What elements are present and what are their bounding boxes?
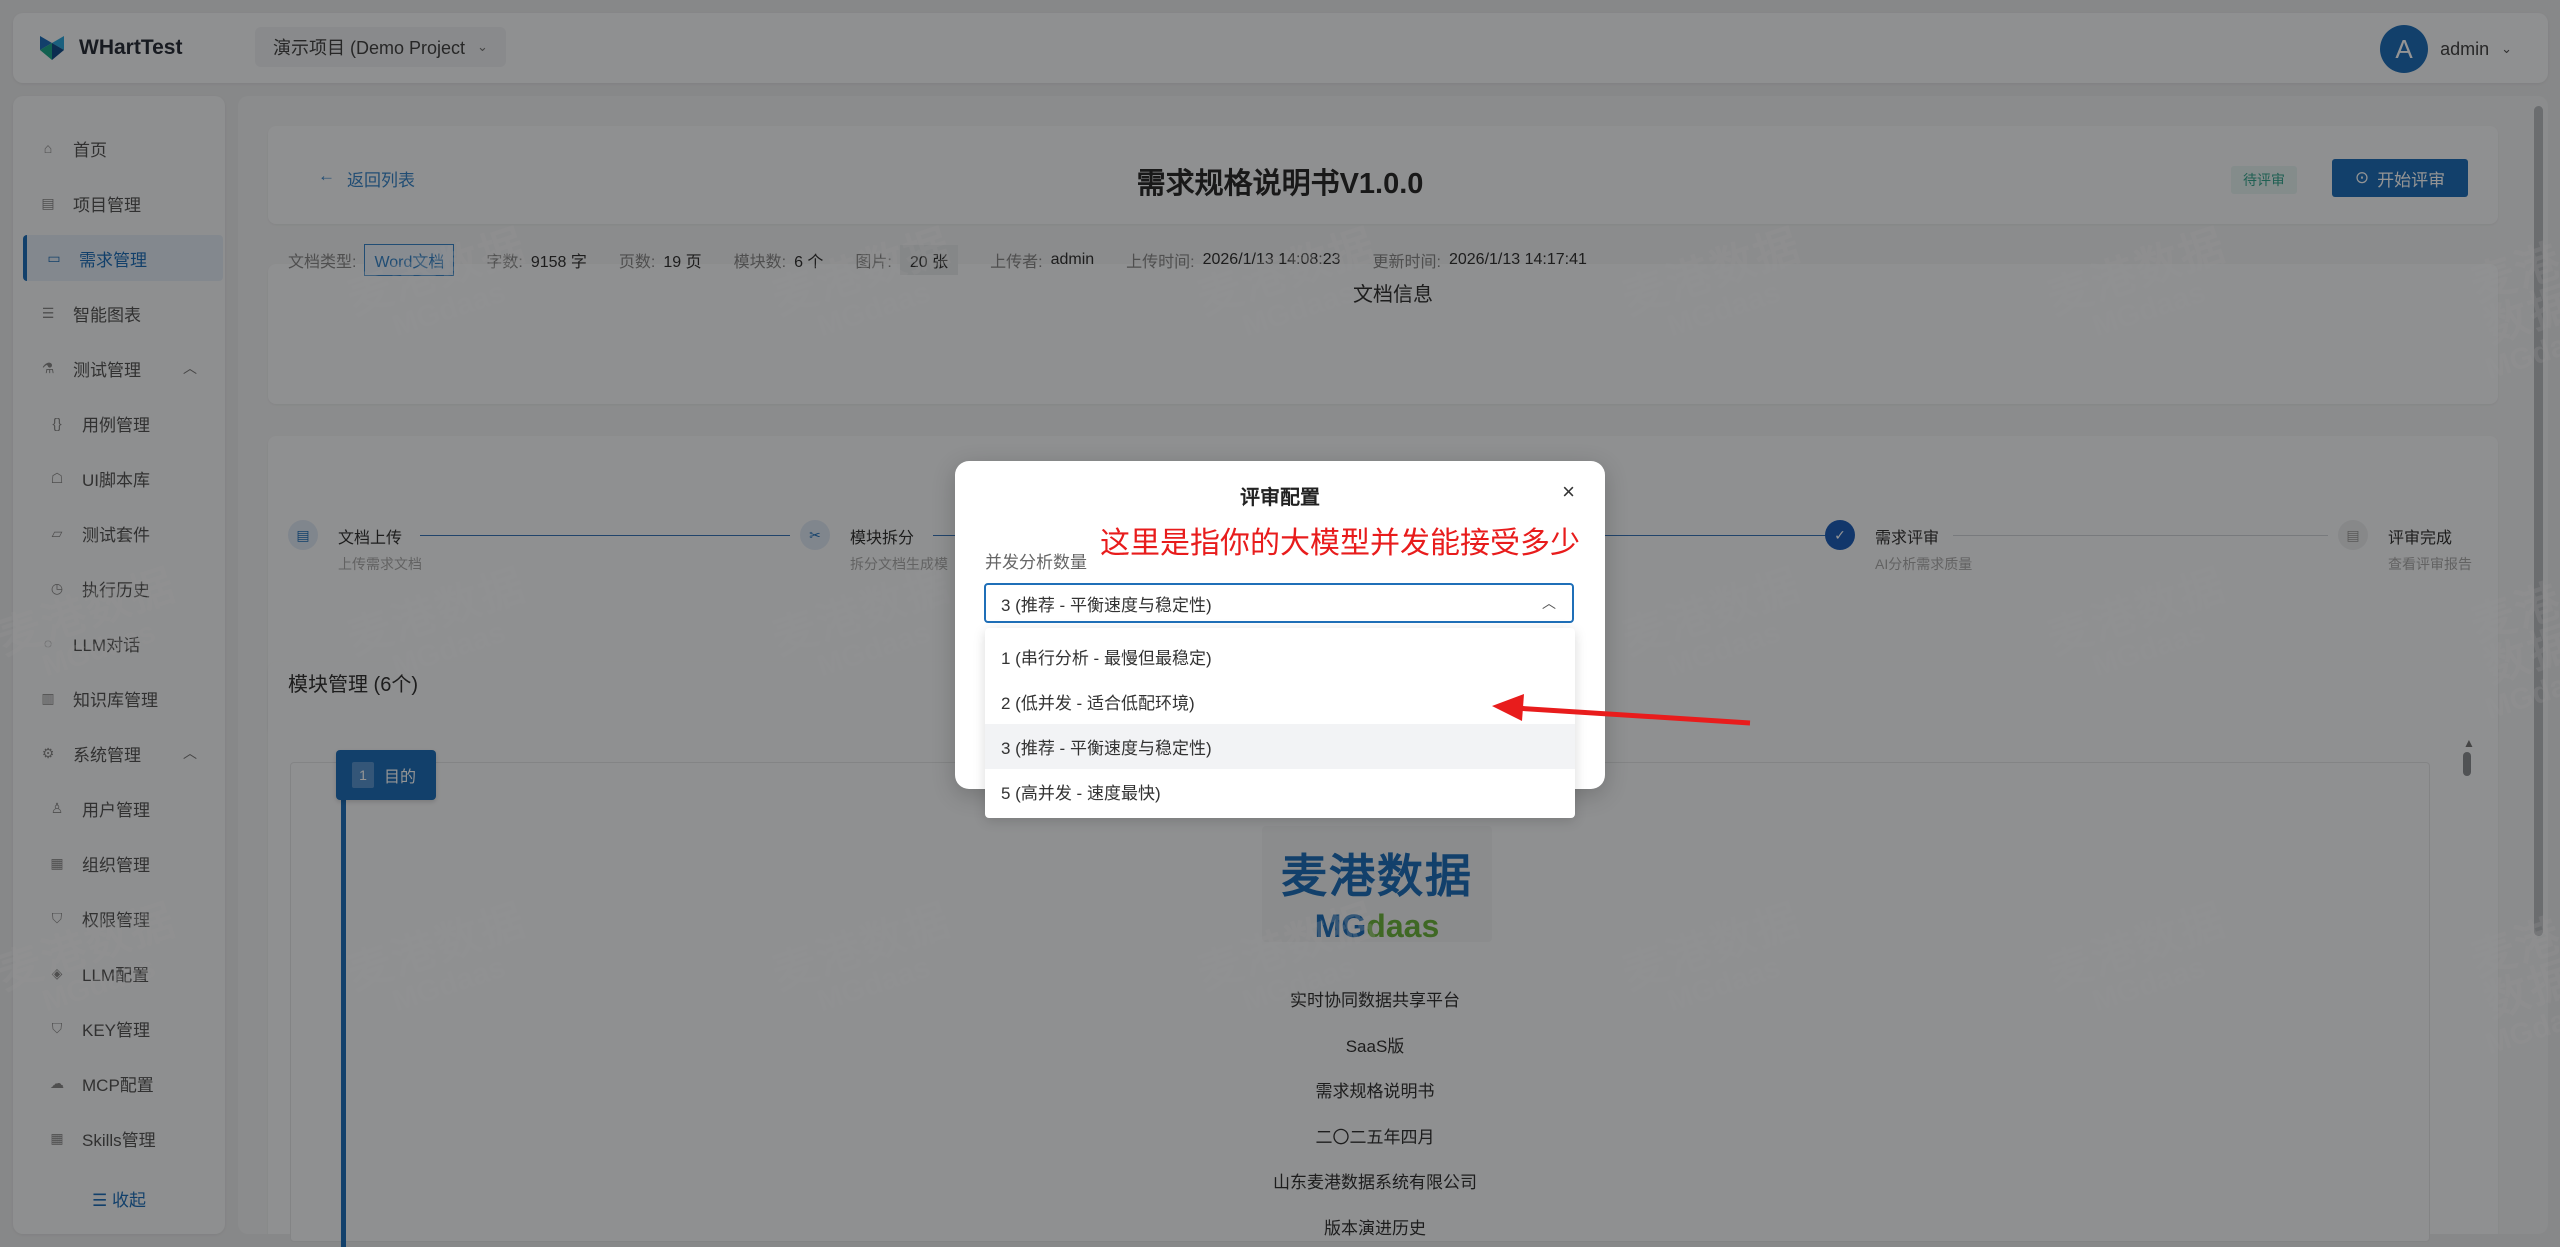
annotation-arrow-icon: [1492, 694, 1751, 726]
